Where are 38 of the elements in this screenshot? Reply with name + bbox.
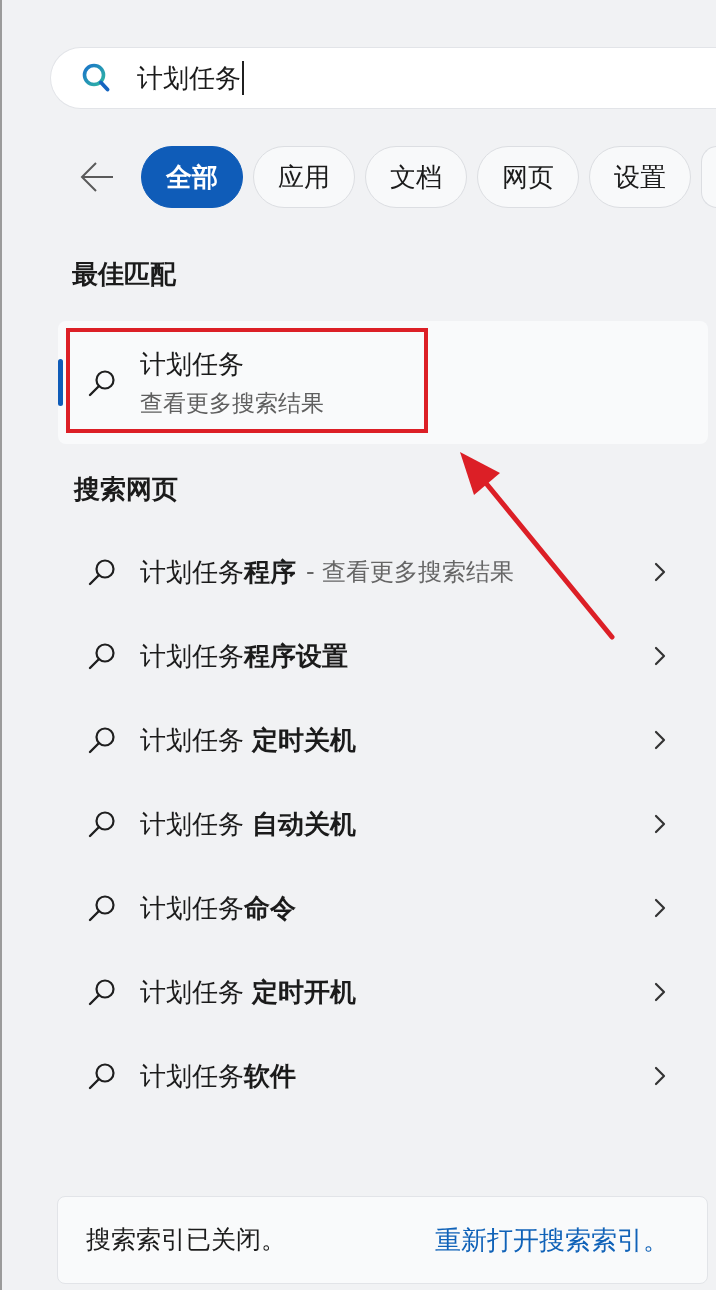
reopen-index-link[interactable]: 重新打开搜索索引。 [435,1224,669,1256]
search-icon [88,726,116,754]
chevron-right-icon [654,1066,666,1086]
search-icon [82,63,110,93]
chevron-right-icon [654,982,666,1002]
suggestion-link[interactable]: 计划任务软件 [140,1060,296,1092]
suggestion-link[interactable]: 计划任务程序设置 [140,640,348,672]
suggestion-link[interactable]: 计划任务 定时关机 [140,724,357,756]
search-icon [88,642,116,670]
text-cursor [242,61,244,95]
chevron-right-icon [654,562,666,582]
chevron-right-icon [654,898,666,918]
section-heading: 搜索网页 [74,474,179,504]
suggestion-hint: - 查看更多搜索结果 [306,557,515,588]
best-match-item[interactable]: 计划任务 查看更多搜索结果 [58,321,708,444]
suggestion-link[interactable]: 计划任务命令 [140,892,296,924]
suggestion-link[interactable]: 计划任务 定时开机 [140,976,357,1008]
filter-tab[interactable]: 全部 [141,146,243,208]
filter-tab[interactable]: 网页 [477,146,579,208]
search-icon [88,558,116,586]
suggestion-link[interactable]: 计划任务程序 [140,556,296,588]
filter-tab[interactable]: 文档 [365,146,467,208]
search-icon [88,368,116,397]
search-icon [88,810,116,838]
filter-tab[interactable]: 应用 [253,146,355,208]
chevron-right-icon [654,730,666,750]
suggestion-link[interactable]: 计划任务 自动关机 [140,808,357,840]
search-icon [88,894,116,922]
chevron-right-icon [654,646,666,666]
section-heading: 最佳匹配 [72,259,177,289]
chevron-right-icon [654,814,666,834]
search-field[interactable]: 计划任务 [50,47,716,109]
filter-tab[interactable]: 设置 [589,146,691,208]
result-subtitle: 查看更多搜索结果 [140,388,324,418]
search-icon [88,978,116,1006]
search-icon [88,1062,116,1090]
result-title: 计划任务 [140,347,245,380]
status-message: 搜索索引已关闭。 [86,1224,286,1256]
